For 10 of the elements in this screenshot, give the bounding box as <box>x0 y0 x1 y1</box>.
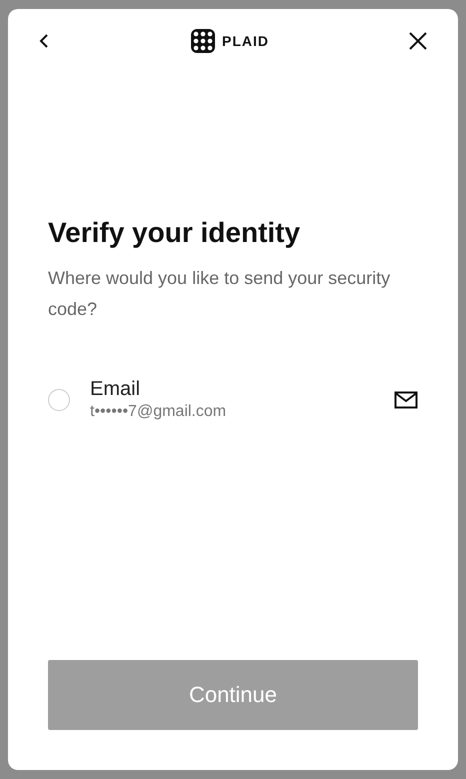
subtitle: Where would you like to send your security code? <box>48 267 392 321</box>
envelope-icon <box>394 390 418 408</box>
back-icon <box>38 33 50 49</box>
close-icon <box>408 31 428 51</box>
logo-icon <box>189 27 217 55</box>
option-label: Email <box>90 378 142 401</box>
option-detail: t••••••7@gmail.com <box>90 403 228 421</box>
brand-name: PLAID <box>222 33 269 49</box>
page-title: Verify your identity <box>48 217 302 249</box>
radio-button[interactable] <box>48 388 70 410</box>
